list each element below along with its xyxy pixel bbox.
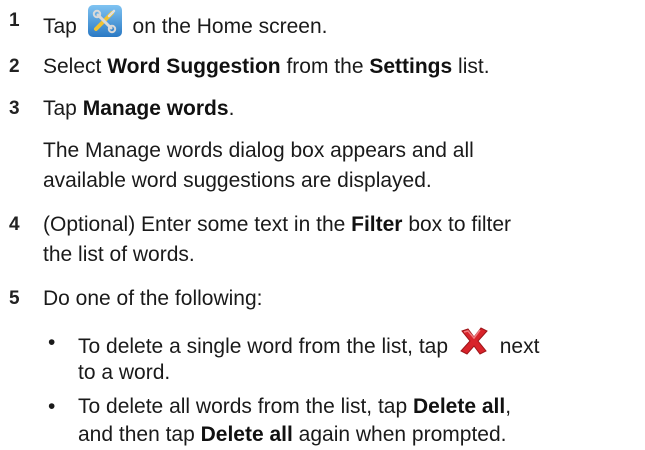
bullet-text: To delete all words from the list, tap D… [78, 395, 512, 418]
bullet-text: To delete a single word from the list, t… [78, 335, 449, 359]
step-number: 1 [9, 10, 20, 31]
step-text: on the Home screen. [132, 15, 328, 39]
bullet-text: to a word. [78, 361, 171, 384]
settings-tools-icon [87, 4, 123, 47]
step-number: 5 [9, 288, 20, 309]
step-text: Tap Manage words. [43, 97, 235, 120]
red-x-delete-icon [458, 326, 490, 365]
step-text: (Optional) Enter some text in the Filter… [43, 213, 512, 236]
step-note-line: available word suggestions are displayed… [43, 169, 432, 192]
step-text: Do one of the following: [43, 287, 263, 310]
step-number: 2 [9, 56, 20, 77]
bullet-text: next [499, 335, 540, 359]
step-text-continued: the list of words. [43, 243, 195, 266]
step-note-line: The Manage words dialog box appears and … [43, 139, 474, 162]
bullet-dot: • [48, 331, 56, 354]
bullet-text: and then tap Delete all again when promp… [78, 423, 507, 446]
step-text: Select Word Suggestion from the Settings… [43, 55, 490, 78]
bullet-dot: • [48, 395, 56, 418]
step-number: 3 [9, 98, 20, 119]
step-number: 4 [9, 214, 20, 235]
step-text: Tap [43, 15, 77, 39]
